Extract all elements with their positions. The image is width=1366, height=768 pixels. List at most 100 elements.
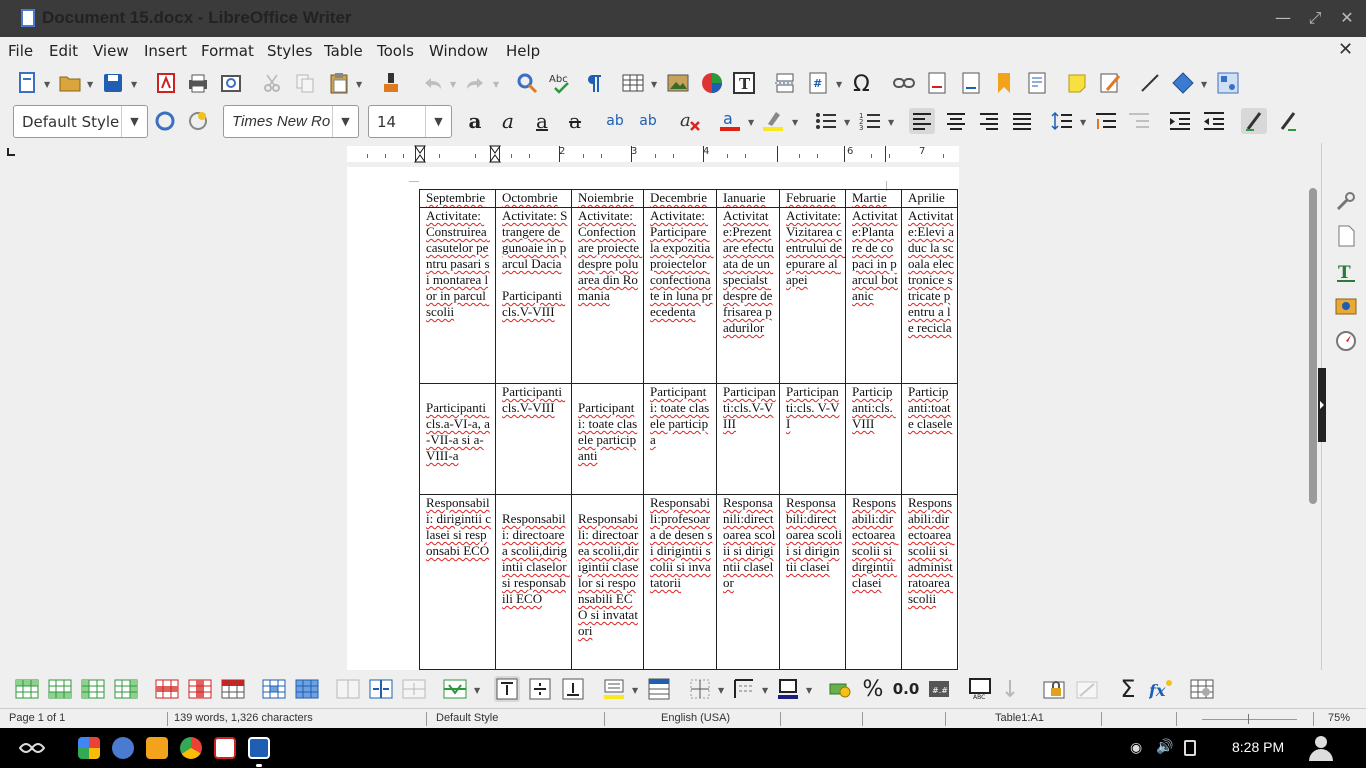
menu-window[interactable]: Window	[429, 42, 488, 60]
font-color-icon[interactable]: a	[717, 108, 743, 134]
first-line-indent-marker[interactable]	[414, 145, 426, 167]
insert-columns-after-icon[interactable]	[113, 676, 139, 702]
zoom-slider[interactable]	[1202, 719, 1297, 720]
horizontal-ruler[interactable]: 2 3 4 6 7	[347, 146, 959, 162]
menu-tools[interactable]: Tools	[377, 42, 414, 60]
save-icon[interactable]	[100, 70, 126, 96]
table-cell[interactable]: Activitate:Prezentare efectuata de un sp…	[716, 207, 780, 384]
table-cell[interactable]: Septembrie	[419, 189, 496, 208]
page-count[interactable]: Page 1 of 1	[9, 712, 65, 724]
sidebar-navigator-icon[interactable]	[1333, 328, 1359, 354]
insert-image-icon[interactable]	[665, 70, 691, 96]
volume-icon[interactable]: 🔊	[1156, 739, 1173, 755]
endnote-icon[interactable]	[958, 70, 984, 96]
menu-edit[interactable]: Edit	[49, 42, 78, 60]
table-cell[interactable]: Activitate: Confectionare proiecte despr…	[571, 207, 644, 384]
insert-rows-below-icon[interactable]	[47, 676, 73, 702]
menu-table[interactable]: Table	[324, 42, 363, 60]
cut-icon[interactable]	[259, 70, 285, 96]
sidebar-styles-icon[interactable]: T	[1333, 259, 1359, 285]
table-cell[interactable]: Februarie	[779, 189, 846, 208]
chevron-down-icon[interactable]: ▼	[425, 106, 451, 137]
tab-stop-selector[interactable]	[7, 148, 15, 156]
menu-insert[interactable]: Insert	[144, 42, 187, 60]
export-pdf-icon[interactable]	[153, 70, 179, 96]
files-icon[interactable]	[146, 737, 168, 759]
table-cell[interactable]: Activitate: Participare la expozitia pro…	[643, 207, 717, 384]
table-cell[interactable]: Participanti cls.V-VIII	[495, 383, 572, 495]
insert-comment-icon[interactable]	[1064, 70, 1090, 96]
insert-field-icon[interactable]: #	[805, 70, 831, 96]
menu-help[interactable]: Help	[506, 42, 540, 60]
table-cell[interactable]: Octombrie	[495, 189, 572, 208]
scrollbar-thumb[interactable]	[1309, 188, 1317, 504]
select-table-icon[interactable]	[294, 676, 320, 702]
pdf-viewer-icon[interactable]	[214, 737, 236, 759]
restore-icon[interactable]: ⤢	[1302, 6, 1328, 30]
undo-icon[interactable]	[420, 70, 446, 96]
find-replace-icon[interactable]	[514, 70, 540, 96]
table-cell[interactable]: Responsabili:profesoara de desen si diri…	[643, 494, 717, 670]
browser-icon[interactable]	[112, 737, 134, 759]
menu-styles[interactable]: Styles	[267, 42, 313, 60]
table-cell[interactable]: Aprilie	[901, 189, 958, 208]
table-cell[interactable]: Participanti cls.a-VI-a, a-VII-a si a-VI…	[419, 383, 496, 495]
delete-columns-icon[interactable]	[187, 676, 213, 702]
sidebar-gallery-icon[interactable]	[1333, 293, 1359, 319]
new-document-icon[interactable]	[14, 70, 40, 96]
table-cell[interactable]: Participanti: toate clasele participanti	[571, 383, 644, 495]
page-style[interactable]: Default Style	[436, 712, 498, 724]
insert-page-break-icon[interactable]	[772, 70, 798, 96]
protect-cells-icon[interactable]	[1041, 676, 1067, 702]
chevron-down-icon[interactable]: ▼	[332, 106, 358, 137]
subscript-icon[interactable]: ab	[635, 108, 661, 134]
increase-indent-icon[interactable]	[1167, 108, 1193, 134]
table-cell[interactable]: Activitate: Strangere de gunoaie in parc…	[495, 207, 572, 384]
table-cell[interactable]: Decembrie	[643, 189, 717, 208]
update-style-icon[interactable]	[152, 108, 178, 134]
character-highlight-icon[interactable]	[1275, 108, 1301, 134]
insert-chart-icon[interactable]	[699, 70, 725, 96]
table-cell[interactable]: Responsabili: directoarea scolii,dirigin…	[571, 494, 644, 670]
table-cell[interactable]: Participanti:cls.V-VIII	[716, 383, 780, 495]
paste-icon[interactable]	[326, 70, 352, 96]
language[interactable]: English (USA)	[661, 712, 730, 724]
table-cell[interactable]: Participanti:cls. VIII	[845, 383, 902, 495]
cross-reference-icon[interactable]	[1024, 70, 1050, 96]
align-left-icon[interactable]	[909, 108, 935, 134]
insert-line-icon[interactable]	[1137, 70, 1163, 96]
align-center-icon[interactable]	[943, 108, 969, 134]
optimize-size-icon[interactable]	[442, 676, 468, 702]
track-changes-icon[interactable]	[1097, 70, 1123, 96]
number-format-percent[interactable]: %	[860, 676, 886, 702]
table-cell[interactable]: Activitate:Vizitarea centrului de epurar…	[779, 207, 846, 384]
line-spacing-icon[interactable]	[1049, 108, 1075, 134]
bulleted-list-icon[interactable]	[813, 108, 839, 134]
number-format-decimal[interactable]: 0.0	[891, 676, 921, 702]
decrease-paragraph-spacing-icon[interactable]	[1126, 108, 1152, 134]
border-color-icon[interactable]	[775, 676, 801, 702]
spelling-icon[interactable]: Abc	[548, 70, 574, 96]
split-table-icon[interactable]	[401, 676, 427, 702]
table-cell[interactable]: Activitate: Construirea casutelor pentru…	[419, 207, 496, 384]
draw-functions-icon[interactable]	[1215, 70, 1241, 96]
delete-rows-icon[interactable]	[154, 676, 180, 702]
decrease-indent-icon[interactable]	[1201, 108, 1227, 134]
sidebar-page-icon[interactable]	[1333, 223, 1359, 249]
superscript-icon[interactable]: ab	[602, 108, 628, 134]
sort-icon[interactable]	[1000, 676, 1026, 702]
sidebar-properties-icon[interactable]	[1333, 188, 1359, 214]
borders-icon[interactable]	[687, 676, 713, 702]
table-cell[interactable]: Ianuarie	[716, 189, 780, 208]
sidebar-collapse-handle[interactable]	[1318, 368, 1326, 442]
increase-paragraph-spacing-icon[interactable]	[1093, 108, 1119, 134]
center-vertically-icon[interactable]	[527, 676, 553, 702]
copy-icon[interactable]	[292, 70, 318, 96]
autoformat-styles-icon[interactable]	[646, 676, 672, 702]
insert-text-box-icon[interactable]: T	[731, 70, 757, 96]
menu-format[interactable]: Format	[201, 42, 254, 60]
table-cell[interactable]: Activitate:Elevi aduc la scoala electron…	[901, 207, 958, 384]
footnote-icon[interactable]	[924, 70, 950, 96]
paragraph-style-select[interactable]: Default Style ▼	[13, 105, 148, 138]
libreoffice-writer-icon[interactable]	[248, 737, 270, 759]
